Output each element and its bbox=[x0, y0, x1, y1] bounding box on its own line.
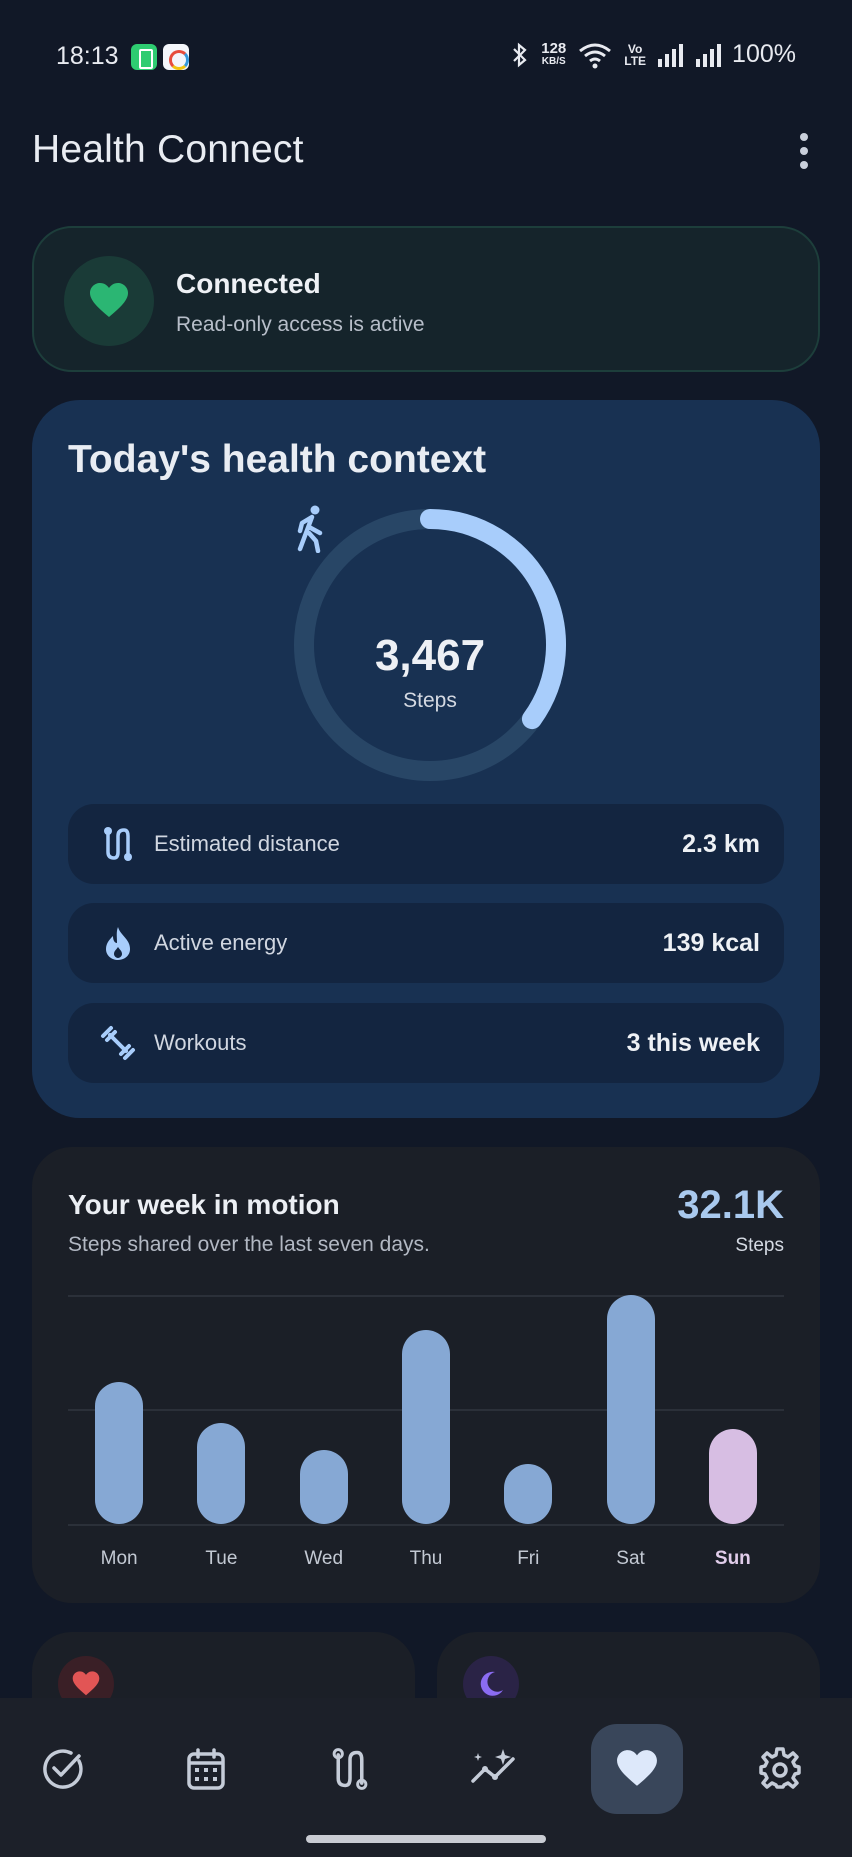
heart-icon bbox=[617, 1750, 657, 1786]
route-icon bbox=[332, 1748, 368, 1790]
week-total-label: Steps bbox=[735, 1235, 784, 1256]
week-total: 32.1K bbox=[677, 1183, 784, 1227]
steps-progress-ring: 3,467 Steps bbox=[290, 505, 570, 785]
home-indicator[interactable] bbox=[306, 1835, 546, 1843]
wifi-icon bbox=[579, 43, 612, 68]
battery-saver-notification-icon bbox=[131, 44, 157, 70]
chart-day-label: Fri bbox=[517, 1548, 540, 1569]
dumbbell-icon bbox=[92, 1025, 144, 1061]
chart-gridline bbox=[68, 1295, 784, 1297]
connection-subtitle: Read-only access is active bbox=[176, 313, 425, 336]
chart-bar-mon bbox=[95, 1382, 144, 1524]
heart-icon bbox=[64, 256, 154, 346]
battery-level: 100% bbox=[732, 40, 796, 68]
chart-day-label: Wed bbox=[304, 1548, 344, 1569]
chart-bar-wed bbox=[299, 1450, 348, 1524]
chart-bar-thu bbox=[402, 1330, 450, 1524]
chart-day-label: Mon bbox=[100, 1548, 138, 1569]
metric-value: 3 this week bbox=[626, 1028, 760, 1057]
sparkle-trend-icon bbox=[471, 1749, 515, 1783]
flame-icon bbox=[92, 925, 144, 961]
more-vert-icon[interactable] bbox=[788, 128, 820, 174]
chart-bar-sat bbox=[606, 1295, 655, 1524]
metric-label: Active energy bbox=[154, 930, 288, 955]
chart-bar-fri bbox=[504, 1464, 553, 1524]
status-icons: 128 KB/S Vo LTE 100% bbox=[509, 40, 796, 69]
nav-heart-icon[interactable] bbox=[591, 1724, 683, 1814]
nav-sparkle-trend-icon[interactable] bbox=[447, 1724, 539, 1814]
connection-status-card: Connected Read-only access is active bbox=[32, 226, 820, 372]
chart-bar-sun bbox=[708, 1428, 757, 1524]
chart-day-label: Tue bbox=[205, 1548, 238, 1569]
metric-label: Workouts bbox=[154, 1030, 247, 1055]
chart-day-label: Sat bbox=[616, 1548, 645, 1569]
signal-strength-icon bbox=[658, 43, 684, 67]
week-subtitle: Steps shared over the last seven days. bbox=[68, 1233, 430, 1256]
page-title: Health Connect bbox=[32, 128, 304, 171]
week-steps-card: Your week in motion Steps shared over th… bbox=[32, 1147, 820, 1603]
metric-value: 139 kcal bbox=[662, 928, 760, 957]
steps-value: 3,467 bbox=[374, 631, 486, 680]
chart-day-label: Sun bbox=[714, 1548, 751, 1569]
network-speed: 128 KB/S bbox=[541, 40, 567, 67]
steps-label: Steps bbox=[403, 689, 457, 712]
status-time: 18:13 bbox=[56, 42, 119, 70]
metric-value: 2.3 km bbox=[682, 829, 760, 858]
nav-route-icon[interactable] bbox=[304, 1724, 396, 1814]
status-bar: 18:13 128 KB/S Vo LTE 100% bbox=[0, 0, 852, 110]
route-icon bbox=[92, 826, 144, 862]
metric-active-energy[interactable]: Active energy 139 kcal bbox=[68, 903, 784, 983]
chart-day-label: Thu bbox=[409, 1548, 443, 1569]
week-title: Your week in motion bbox=[68, 1189, 340, 1220]
bluetooth-icon bbox=[513, 42, 527, 67]
weekly-steps-chart: Mon Tue Wed Thu Fri Sat Sun bbox=[68, 1295, 784, 1575]
bottom-navigation bbox=[0, 1698, 852, 1857]
chart-bar-tue bbox=[197, 1423, 246, 1524]
check-circle-icon bbox=[43, 1749, 83, 1789]
app-notification-icon bbox=[163, 44, 189, 70]
walking-person-icon bbox=[297, 505, 323, 553]
chart-gridline bbox=[68, 1524, 784, 1526]
connection-title: Connected bbox=[176, 268, 321, 299]
signal-strength-icon bbox=[696, 43, 722, 67]
metric-label: Estimated distance bbox=[154, 831, 340, 856]
metric-distance[interactable]: Estimated distance 2.3 km bbox=[68, 804, 784, 884]
today-health-card: Today's health context 3,467 Steps Estim… bbox=[32, 400, 820, 1118]
metric-workouts[interactable]: Workouts 3 this week bbox=[68, 1003, 784, 1083]
today-title: Today's health context bbox=[68, 438, 487, 481]
nav-calendar-icon[interactable] bbox=[160, 1724, 252, 1814]
settings-gear-icon bbox=[759, 1747, 801, 1789]
nav-check-circle-icon[interactable] bbox=[17, 1724, 109, 1814]
nav-settings-gear-icon[interactable] bbox=[734, 1724, 826, 1814]
volte-icon: Vo LTE bbox=[624, 41, 647, 68]
calendar-icon bbox=[187, 1748, 225, 1790]
